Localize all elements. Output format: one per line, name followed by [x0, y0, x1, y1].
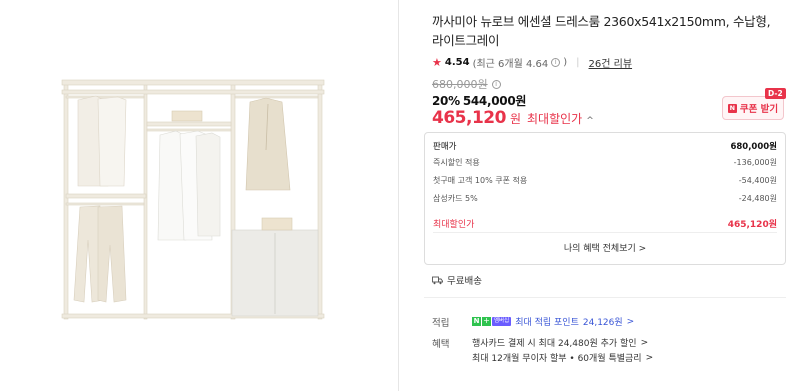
points-amount: 24,126원 [582, 318, 623, 328]
product-image[interactable] [0, 0, 398, 391]
breakdown-row: 첫구매 고객 10% 쿠폰 적용 -54,400원 [433, 175, 777, 186]
n-badge-icon: N [727, 103, 737, 113]
star-icon: ★ [432, 56, 442, 69]
review-link[interactable]: 26건 리뷰 [589, 55, 633, 70]
truck-icon [432, 276, 443, 284]
price-breakdown: 판매가 680,000원 즉시할인 적용 -136,000원 첫구매 고객 10… [424, 132, 786, 265]
coupon-label: 쿠폰 받기 [739, 104, 779, 115]
separator: | [576, 57, 580, 68]
chevron-up-icon[interactable]: ^ [586, 116, 594, 126]
breakdown-total-label: 최대할인가 [433, 220, 475, 230]
rating-score: 4.54 [444, 57, 470, 68]
price-info-icon[interactable]: i [491, 79, 501, 89]
max-discount-amount: 465,120 [432, 108, 506, 128]
benefit-text-2: 최대 12개월 무이자 할부 • 60개월 특별금리 [472, 354, 642, 364]
breakdown-total: 최대할인가 465,120원 [433, 217, 777, 230]
rating-row: ★ 4.54 (최근 6개월 4.64 i) | 26건 리뷰 [432, 55, 632, 70]
original-price: 680,000원 [432, 78, 488, 91]
rating-recent-close: ) [563, 57, 568, 68]
breakdown-row: 삼성카드 5% -24,480원 [433, 193, 777, 204]
chevron-right-icon: > [640, 337, 649, 348]
npay-membership-icon: N + 멤버십 [472, 316, 512, 326]
discount-price: 544,000원 [462, 94, 527, 108]
breakdown-label: 즉시할인 적용 [433, 158, 480, 167]
breakdown-total-value: 465,120원 [727, 220, 777, 230]
breakdown-label: 첫구매 고객 10% 쿠폰 적용 [433, 176, 528, 185]
breakdown-row: 판매가 680,000원 [433, 140, 777, 152]
npay-n-icon: N [472, 317, 481, 326]
points-value[interactable]: N + 멤버십 최대 적립 포인트 24,126원 > [472, 315, 634, 328]
rating-recent: (최근 6개월 4.64 [472, 59, 549, 70]
original-price-row: 680,000원 i [432, 76, 501, 92]
discount-percent: 20% [432, 94, 460, 108]
coupon-button[interactable]: N 쿠폰 받기 [722, 96, 784, 120]
chevron-right-icon: > [645, 352, 654, 363]
points-label: 적립 [432, 318, 450, 329]
max-discount-won: 원 [509, 112, 521, 126]
chevron-right-icon: > [626, 316, 635, 327]
benefits-label: 혜택 [432, 339, 450, 350]
product-title: 까사미아 뉴로브 에센셜 드레스룸 2360x541x2150mm, 수납형, … [432, 14, 771, 48]
breakdown-label: 삼성카드 5% [433, 194, 478, 203]
breakdown-value: -136,000원 [733, 158, 777, 167]
max-discount-label: 최대할인가 [526, 112, 583, 126]
discount-row: 20% 544,000원 [432, 92, 526, 109]
shipping-label: 무료배송 [447, 276, 482, 287]
breakdown-label: 판매가 [433, 142, 457, 152]
max-discount-row[interactable]: 465,120 원 최대할인가 ^ [432, 108, 594, 128]
benefit-line-1[interactable]: 행사카드 결제 시 최대 24,480원 추가 할인 > [472, 336, 649, 350]
breakdown-value: -24,480원 [738, 194, 777, 203]
breakdown-value: 680,000원 [730, 142, 777, 152]
wardrobe-illustration [61, 79, 325, 320]
breakdown-row: 즉시할인 적용 -136,000원 [433, 157, 777, 168]
view-all-benefits-link[interactable]: 나의 혜택 전체보기 > [425, 241, 785, 254]
points-text: 최대 적립 포인트 [515, 318, 579, 328]
breakdown-divider [433, 232, 777, 233]
shipping-row: 무료배송 [432, 273, 482, 287]
breakdown-value: -54,400원 [738, 176, 777, 185]
dday-badge: D-2 [765, 88, 786, 99]
info-icon[interactable]: i [551, 58, 561, 67]
pane-divider [398, 0, 399, 391]
section-divider [424, 297, 786, 298]
npay-plus-icon: + [482, 316, 491, 326]
membership-badge: 멤버십 [492, 317, 512, 326]
benefit-text-1: 행사카드 결제 시 최대 24,480원 추가 할인 [472, 339, 637, 349]
benefit-line-2[interactable]: 최대 12개월 무이자 할부 • 60개월 특별금리 > [472, 351, 654, 365]
